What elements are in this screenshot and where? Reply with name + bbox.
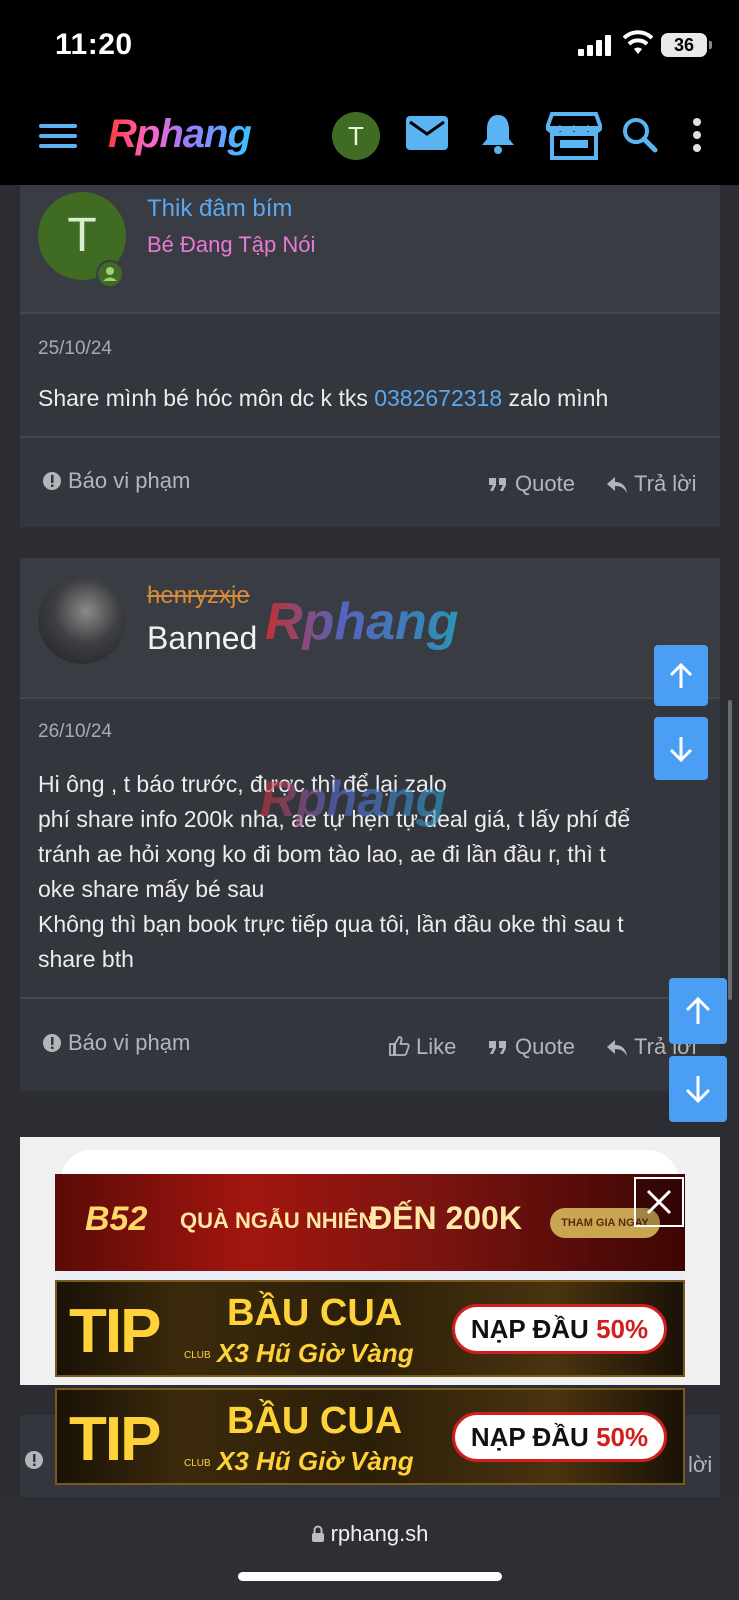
post-text: zalo mình — [502, 385, 609, 411]
hamburger-menu-icon[interactable] — [39, 122, 77, 150]
scroll-to-bottom-button[interactable] — [669, 1056, 727, 1122]
reply-button[interactable]: Trả lời — [606, 471, 697, 497]
author-title: Banned — [147, 620, 258, 656]
tip-club-label: CLUB — [184, 1350, 211, 1361]
battery-icon: 36 — [661, 33, 712, 57]
alert-icon — [43, 472, 61, 490]
report-label: Báo vi phạm — [68, 468, 191, 493]
post-line: oke share mấy bé sau — [38, 876, 265, 902]
divider — [20, 436, 720, 438]
author-avatar[interactable] — [38, 576, 126, 664]
tip-ad-banner[interactable]: TIP CLUB BẦU CUA X3 Hũ Giờ Vàng NẠP ĐẦU … — [55, 1388, 685, 1485]
account-avatar[interactable]: T — [332, 112, 380, 160]
author-name[interactable]: henryzxje — [147, 582, 250, 610]
search-icon[interactable] — [622, 117, 658, 153]
post-content: Share mình bé hóc môn dc k tks 038267231… — [38, 381, 608, 416]
post-line: tránh ae hỏi xong ko đi bom tào lao, ae … — [38, 841, 606, 867]
post-text: Share mình bé hóc môn dc k tks — [38, 385, 375, 411]
browser-toolbar — [0, 1497, 739, 1600]
arrow-down-icon — [669, 736, 693, 762]
author-name[interactable]: Thik đâm bím — [147, 195, 292, 223]
scroll-up-button[interactable] — [654, 645, 708, 706]
post-date[interactable]: 25/10/24 — [38, 338, 112, 360]
b52-logo: B52 — [85, 1200, 148, 1238]
tip-deposit-button[interactable]: NẠP ĐẦU 50% — [452, 1412, 667, 1462]
reply-icon — [607, 1040, 627, 1056]
alert-icon — [25, 1451, 43, 1469]
tip-cta-text: NẠP ĐẦU — [470, 1314, 589, 1344]
reply-label-peek[interactable]: lời — [688, 1452, 712, 1478]
quote-label: Quote — [515, 471, 575, 496]
tip-deposit-button[interactable]: NẠP ĐẦU 50% — [452, 1304, 667, 1354]
report-button[interactable]: Báo vi phạm — [42, 1030, 190, 1056]
reply-label: Trả lời — [634, 471, 697, 496]
phone-link[interactable]: 0382672318 — [374, 385, 502, 411]
b52-ad-text: QUÀ NGẪU NHIÊN — [180, 1208, 375, 1233]
quote-icon — [489, 478, 506, 491]
post-author-block — [20, 185, 720, 313]
cellular-signal-icon — [578, 34, 618, 56]
tip-club-label: CLUB — [184, 1458, 211, 1469]
store-icon[interactable] — [546, 112, 602, 160]
report-button[interactable]: Báo vi phạm — [42, 468, 190, 494]
like-button[interactable]: Like — [388, 1034, 456, 1060]
address-bar[interactable]: rphang.sh — [0, 1521, 739, 1547]
wifi-icon — [623, 30, 653, 54]
reply-icon — [607, 477, 627, 493]
watermark-logo: Rphang — [260, 771, 447, 827]
watermark-logo: Rphang — [265, 593, 459, 651]
arrow-down-icon — [685, 1076, 711, 1104]
quote-button[interactable]: Quote — [487, 1034, 575, 1060]
lock-icon — [311, 1525, 324, 1542]
b52-ad-amount: ĐẾN 200K — [369, 1200, 522, 1236]
tip-logo: TIP — [69, 1405, 161, 1474]
scroll-to-top-button[interactable] — [669, 978, 727, 1044]
scroll-down-button[interactable] — [654, 717, 708, 780]
page-scrollbar[interactable] — [728, 700, 732, 1000]
post-line: share bth — [38, 946, 134, 972]
b52-ad-banner[interactable]: B52 QUÀ NGẪU NHIÊN ĐẾN 200K THAM GIA NGA… — [55, 1174, 685, 1271]
like-label: Like — [416, 1034, 457, 1059]
quote-icon — [489, 1041, 506, 1054]
status-bar: 11:20 36 — [0, 0, 739, 95]
tip-cta-text: NẠP ĐẦU — [470, 1422, 589, 1452]
alert-icon — [43, 1034, 61, 1052]
status-time: 11:20 — [55, 28, 133, 61]
author-title: Bé Đang Tập Nói — [147, 232, 316, 257]
divider — [20, 997, 720, 999]
bell-icon[interactable] — [480, 113, 516, 155]
tip-cta-percent: 50% — [596, 1314, 649, 1344]
tip-ad-title: BẦU CUA — [227, 1292, 403, 1334]
tip-cta-percent: 50% — [596, 1422, 649, 1452]
post-line: Không thì bạn book trực tiếp qua tôi, lầ… — [38, 911, 624, 937]
mail-icon[interactable] — [406, 116, 448, 150]
tip-ad-banner[interactable]: TIP CLUB BẦU CUA X3 Hũ Giờ Vàng NẠP ĐẦU … — [55, 1280, 685, 1377]
close-icon — [646, 1189, 672, 1215]
site-logo[interactable]: Rphang — [108, 112, 252, 157]
tip-ad-subtitle: X3 Hũ Giờ Vàng — [217, 1446, 414, 1476]
quote-button[interactable]: Quote — [487, 471, 575, 497]
post-date[interactable]: 26/10/24 — [38, 721, 112, 743]
ad-close-button[interactable] — [634, 1177, 684, 1227]
url-text: rphang.sh — [330, 1521, 429, 1546]
online-status-icon — [96, 260, 124, 288]
report-label: Báo vi phạm — [68, 1030, 191, 1055]
more-options-icon[interactable] — [692, 118, 702, 152]
tip-logo: TIP — [69, 1297, 161, 1366]
tip-ad-subtitle: X3 Hũ Giờ Vàng — [217, 1338, 414, 1368]
thumbs-up-icon — [389, 1036, 410, 1056]
home-indicator[interactable] — [238, 1572, 502, 1581]
arrow-up-icon — [685, 996, 711, 1024]
tip-ad-title: BẦU CUA — [227, 1400, 403, 1442]
arrow-up-icon — [669, 662, 693, 688]
quote-label: Quote — [515, 1034, 575, 1059]
